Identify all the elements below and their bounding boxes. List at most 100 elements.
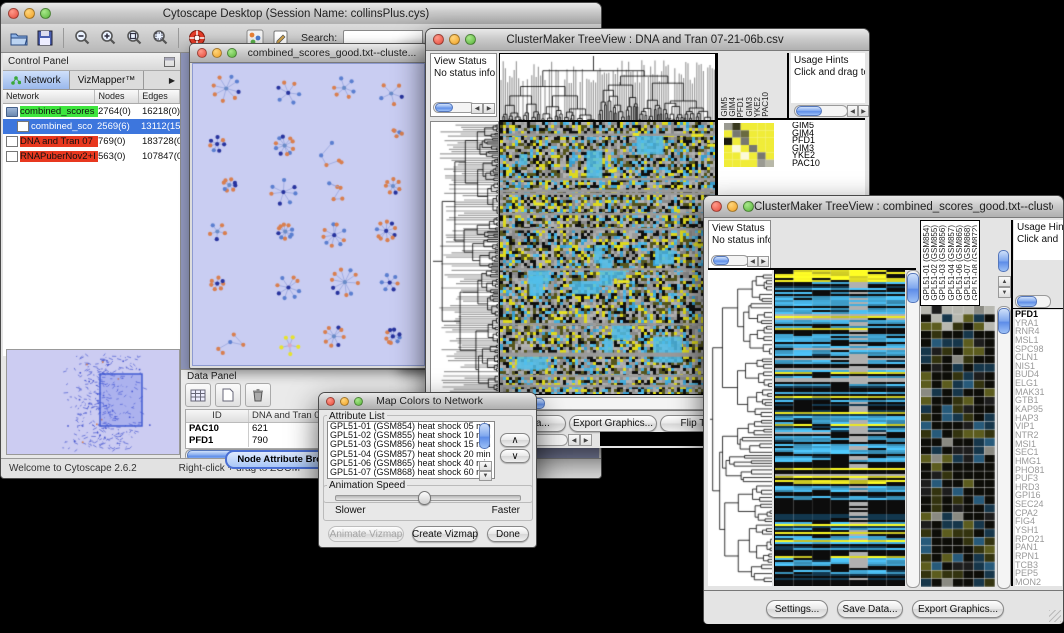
tv1-status-hscrollbar[interactable]: [433, 102, 475, 113]
zoom-button[interactable]: [743, 201, 754, 212]
network-overview-panel[interactable]: [6, 349, 180, 455]
tv1-title-bar[interactable]: ClusterMaker TreeView : DNA and Tran 07-…: [426, 29, 869, 51]
new-attribute-icon[interactable]: [215, 383, 241, 407]
tv1-view-status-panel: View StatusNo status info f ◀▶: [430, 53, 497, 117]
create-vizmap-button[interactable]: Create Vizmap: [412, 526, 478, 542]
tab-vizmapper[interactable]: VizMapper™: [70, 71, 145, 89]
slider-thumb[interactable]: [418, 491, 431, 505]
tv2-status-scroll-arrows[interactable]: ◀▶: [747, 256, 769, 267]
network-edges-count: 16218(0): [142, 106, 180, 117]
zoom-button[interactable]: [227, 48, 237, 58]
tv2-heatmap[interactable]: [774, 270, 905, 586]
close-button[interactable]: [326, 397, 335, 406]
network-name: combined_sco: [31, 121, 97, 132]
tv2-column-label: GPL51-08 (GSM872): [972, 225, 977, 301]
tv2-zoom-vscrollbar[interactable]: [997, 306, 1011, 589]
animate-vizmap-button[interactable]: Animate Vizmap: [328, 526, 404, 542]
zoom-button[interactable]: [465, 34, 476, 45]
attribute-list-scroll-arrows[interactable]: ▲▼: [479, 461, 492, 481]
close-button[interactable]: [8, 8, 19, 19]
zoom-selected-icon[interactable]: [124, 28, 144, 48]
tv2-view-status-panel: View StatusNo status info ◀▶: [708, 220, 771, 270]
zoom-out-icon[interactable]: [72, 28, 92, 48]
attribute-list-vscrollbar[interactable]: [479, 422, 490, 462]
network-nodes-count: 769(0): [98, 136, 142, 147]
zoom-button[interactable]: [40, 8, 51, 19]
attribute-list-item[interactable]: GPL51-07 (GSM868) heat shock 60 min: [328, 468, 494, 477]
inner1-title-bar[interactable]: combined_scores_good.txt--cluste...: [190, 44, 427, 63]
tv1-gene-label[interactable]: PAC10: [792, 160, 834, 168]
tv1-sub-scroll-arrows[interactable]: ◀▶: [568, 434, 592, 446]
tv1-export-graphics-button[interactable]: Export Graphics...: [569, 415, 657, 432]
tab-overflow-arrow[interactable]: ▶: [164, 71, 180, 89]
tv2-settings-button[interactable]: Settings...: [766, 600, 828, 618]
tv1-zoom-heatmap[interactable]: [724, 123, 774, 167]
tv1-zoom-view-strip: [600, 432, 708, 446]
network-list-row[interactable]: combined_scores 2764(0) 16218(0): [3, 104, 180, 119]
tv2-title: ClusterMaker TreeView : combined_scores_…: [754, 201, 1053, 213]
tv2-row-dendrogram[interactable]: [708, 270, 772, 586]
network-nodes-count: 2569(6): [97, 121, 141, 132]
done-button[interactable]: Done: [487, 526, 529, 542]
dialog-title-bar[interactable]: Map Colors to Network: [319, 393, 536, 410]
close-button[interactable]: [197, 48, 207, 58]
tv2-collabel-arrows[interactable]: ▲▼: [998, 276, 1011, 298]
tv2-zoom-heatmap[interactable]: [921, 306, 995, 587]
move-up-button[interactable]: ∧: [500, 433, 530, 447]
attribute-list: GPL51-01 (GSM854) heat shock 05 minGPL51…: [327, 421, 495, 479]
tv1-column-dendrogram[interactable]: [499, 53, 716, 121]
tv1-title: ClusterMaker TreeView : DNA and Tran 07-…: [476, 34, 814, 46]
attribute-select-icon[interactable]: [185, 383, 211, 407]
tv2-heatmap-vscrollbar[interactable]: [906, 270, 920, 588]
window-controls[interactable]: [8, 8, 51, 19]
minimize-button[interactable]: [449, 34, 460, 45]
save-icon[interactable]: [35, 28, 55, 48]
zoom-in-icon[interactable]: [98, 28, 118, 48]
tv2-title-bar[interactable]: ClusterMaker TreeView : combined_scores_…: [704, 196, 1063, 218]
move-down-button[interactable]: ∨: [500, 449, 530, 463]
treeview2-window: ClusterMaker TreeView : combined_scores_…: [703, 195, 1064, 624]
tv1-row-dendrogram[interactable]: [430, 121, 499, 395]
tv1-heatmap[interactable]: [499, 121, 716, 395]
close-button[interactable]: [433, 34, 444, 45]
tv1-column-label: PAC10: [762, 92, 770, 117]
open-folder-icon[interactable]: [9, 28, 29, 48]
minimize-button[interactable]: [212, 48, 222, 58]
tv2-genelist-hscrollbar[interactable]: [1015, 295, 1051, 308]
float-panel-icon[interactable]: [164, 57, 175, 67]
tv1-zoom-hscrollbar[interactable]: [794, 105, 848, 117]
tv2-gene-label[interactable]: MON2: [1015, 578, 1062, 586]
network-icon: [11, 76, 21, 85]
tv1-gene-labels: GIM5GIM4PFD1GIM3YKE2PAC10: [792, 122, 834, 170]
control-panel-title: Control Panel: [8, 56, 69, 67]
network-list-row[interactable]: RNAPuberNov2+I 563(0) 107847(0): [3, 149, 180, 164]
control-panel-tabs: Network VizMapper™ ▶: [3, 71, 180, 90]
slower-label: Slower: [335, 505, 366, 516]
tv2-save-data-button[interactable]: Save Data...: [837, 600, 903, 618]
minimize-button[interactable]: [24, 8, 35, 19]
tv2-bottom-bar: Settings... Save Data... Export Graphics…: [704, 590, 1063, 624]
tv2-export-graphics-button[interactable]: Export Graphics...: [912, 600, 1004, 618]
control-panel: Control Panel Network VizMapper™ ▶ Netwo…: [3, 53, 181, 459]
network-edges-count: 183728(0): [142, 136, 180, 147]
zoom-button[interactable]: [354, 397, 363, 406]
close-button[interactable]: [711, 201, 722, 212]
desktop: Cytoscape Desktop (Session Name: collins…: [0, 0, 1064, 633]
network-list-row[interactable]: combined_sco 2569(6) 13112(15): [3, 119, 180, 134]
resize-grip[interactable]: [1049, 610, 1061, 622]
animation-speed-label: Animation Speed: [327, 480, 407, 491]
zoom-fit-icon[interactable]: [150, 28, 170, 48]
main-title-bar[interactable]: Cytoscape Desktop (Session Name: collins…: [1, 3, 601, 25]
network-list-row[interactable]: DNA and Tran 07 769(0) 183728(0): [3, 134, 180, 149]
tv2-status-hscrollbar[interactable]: [711, 255, 749, 266]
tv2-collabel-vscrollbar[interactable]: [998, 222, 1009, 274]
network-canvas[interactable]: [192, 63, 425, 366]
network-nodes-count: 2764(0): [98, 106, 142, 117]
tv1-status-scroll-arrows[interactable]: ◀▶: [471, 103, 495, 114]
delete-attribute-icon[interactable]: [245, 383, 271, 407]
tv1-zoom-scroll-arrows[interactable]: ◀▶: [847, 105, 869, 117]
minimize-button[interactable]: [340, 397, 349, 406]
dialog-title: Map Colors to Network: [363, 395, 496, 407]
minimize-button[interactable]: [727, 201, 738, 212]
tab-network[interactable]: Network: [3, 71, 70, 89]
